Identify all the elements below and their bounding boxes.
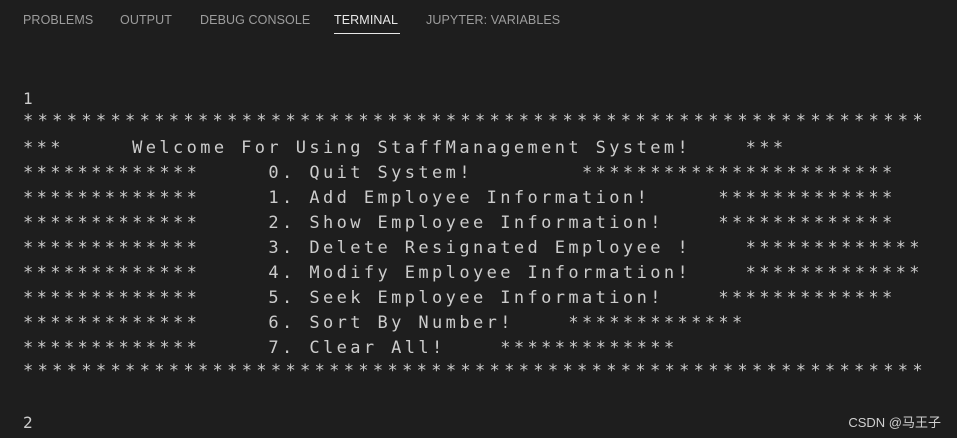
terminal-line: ****************************************… [23, 361, 927, 381]
tab-debug-console[interactable]: DEBUG CONSOLE [200, 12, 310, 28]
terminal-line: ************* 1. Add Employee Informatio… [23, 188, 896, 208]
tab-terminal[interactable]: TERMINAL [334, 12, 398, 28]
watermark: CSDN @马王子 [848, 415, 941, 430]
terminal-line: 1 [23, 89, 33, 108]
terminal-line: ************* 5. Seek Employee Informati… [23, 288, 896, 308]
terminal-line: ****************************************… [23, 111, 927, 131]
terminal-line: 2 [23, 413, 33, 432]
terminal-line: ************* 7. Clear All! ************… [23, 338, 678, 358]
terminal-line: ************* 6. Sort By Number! *******… [23, 313, 746, 333]
terminal-output[interactable]: 1 **************************************… [0, 40, 957, 438]
tab-problems[interactable]: PROBLEMS [23, 12, 93, 28]
terminal-line: ************* 3. Delete Resignated Emplo… [23, 238, 923, 258]
tab-output[interactable]: OUTPUT [120, 12, 172, 28]
panel-tab-bar: PROBLEMS OUTPUT DEBUG CONSOLE TERMINAL J… [0, 0, 957, 40]
terminal-line: ************* 2. Show Employee Informati… [23, 213, 896, 233]
terminal-line: *** Welcome For Using StaffManagement Sy… [23, 138, 787, 158]
active-tab-indicator [334, 33, 400, 34]
bottom-panel: PROBLEMS OUTPUT DEBUG CONSOLE TERMINAL J… [0, 0, 957, 438]
terminal-line: ************* 4. Modify Employee Informa… [23, 263, 923, 283]
terminal-line: ************* 0. Quit System! **********… [23, 163, 896, 183]
tab-jupyter-variables[interactable]: JUPYTER: VARIABLES [426, 12, 560, 28]
